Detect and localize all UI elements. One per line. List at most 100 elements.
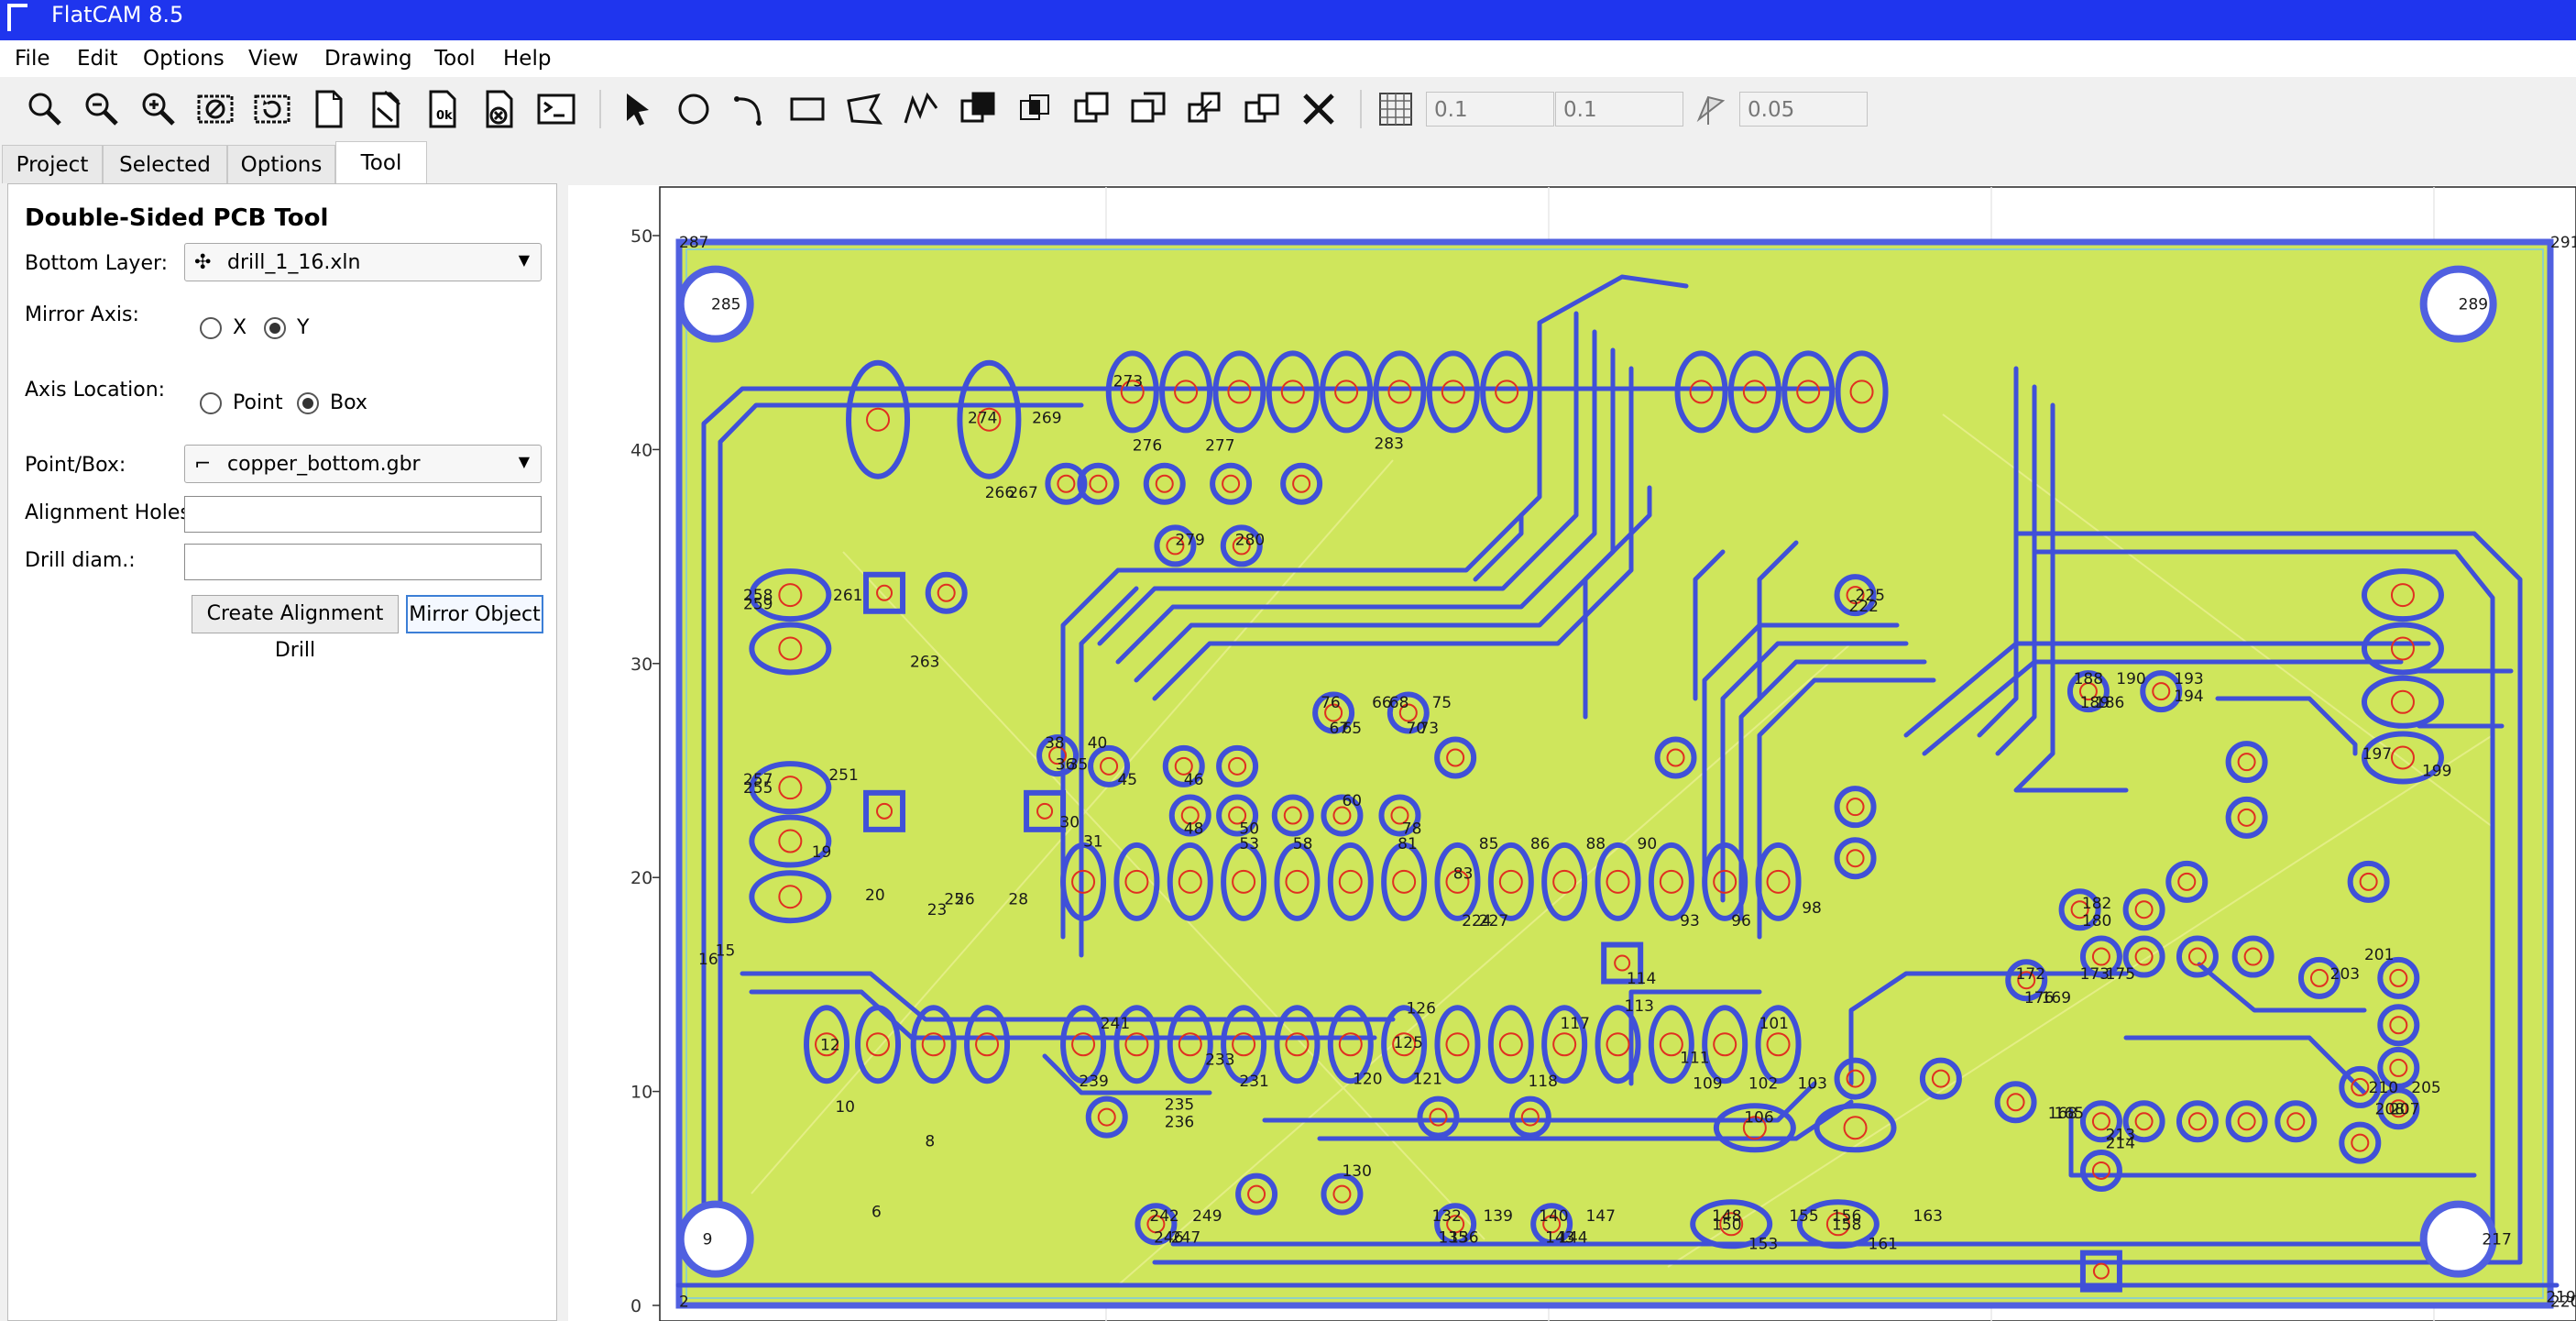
pad-number-label: 186 xyxy=(2095,694,2124,712)
move-icon[interactable] xyxy=(1241,88,1283,130)
intersection-icon[interactable] xyxy=(1014,88,1056,130)
pad-number-label: 203 xyxy=(2330,965,2360,984)
clear-plot-icon[interactable] xyxy=(194,88,236,130)
point-box-combo[interactable]: ⌐ copper_bottom.gbr ▼ xyxy=(184,445,542,483)
create-alignment-drill-button[interactable]: Create Alignment Drill xyxy=(192,595,399,662)
bottom-layer-combo[interactable]: ✣ drill_1_16.xln ▼ xyxy=(184,243,542,281)
select-arrow-icon[interactable] xyxy=(616,88,658,130)
point-box-label: Point/Box: xyxy=(25,454,126,477)
pad-number-label: 73 xyxy=(1419,720,1439,738)
menu-tool[interactable]: Tool xyxy=(434,45,476,72)
cutpath-icon[interactable] xyxy=(1127,88,1169,130)
snap-distance-input[interactable]: 0.05 xyxy=(1739,92,1868,127)
pad-number-label: 118 xyxy=(1528,1073,1557,1091)
circle-icon[interactable] xyxy=(673,88,715,130)
notebook-tabs: Project Selected Options Tool xyxy=(0,141,568,183)
alignment-holes-input[interactable] xyxy=(184,496,542,533)
grid-icon[interactable] xyxy=(1375,88,1417,130)
plot-canvas[interactable]: 50 40 30 20 10 0 287 291 285 289 273 274… xyxy=(568,185,2576,1321)
open-ok-icon[interactable]: 0k xyxy=(422,88,464,130)
pad-number-label: 106 xyxy=(1744,1109,1773,1128)
menu-drawing[interactable]: Drawing xyxy=(324,45,412,72)
mirror-object-button[interactable]: Mirror Object xyxy=(406,595,543,633)
mounting-hole xyxy=(676,1200,754,1278)
axis-box-radio[interactable] xyxy=(297,392,319,414)
axis-point-radio[interactable] xyxy=(200,392,222,414)
menu-options[interactable]: Options xyxy=(143,45,225,72)
pcb-plot[interactable]: 50403020100 287 291285 289273274 269276 … xyxy=(568,185,2576,1321)
grid-x-input[interactable]: 0.1 xyxy=(1426,92,1554,127)
axis-location-label: Axis Location: xyxy=(25,379,166,402)
drill-file-icon: ✣ xyxy=(194,251,212,274)
menu-bar: File Edit Options View Drawing Tool Help xyxy=(0,40,2576,77)
pad-number-label: 217 xyxy=(2482,1231,2511,1249)
pad-number-label: 155 xyxy=(1789,1207,1818,1226)
drill-diam-input[interactable] xyxy=(184,544,542,580)
shell-icon[interactable] xyxy=(535,88,577,130)
grid-y-input[interactable]: 0.1 xyxy=(1555,92,1683,127)
tab-selected[interactable]: Selected xyxy=(103,145,227,183)
panel-title: Double-Sided PCB Tool xyxy=(25,204,329,232)
delete-object-icon[interactable] xyxy=(478,88,521,130)
flatcam-logo-icon xyxy=(7,4,27,31)
pad-number-label: 90 xyxy=(1638,835,1658,853)
y-tick-label: 0 xyxy=(630,1296,641,1316)
new-geometry-icon[interactable] xyxy=(365,88,407,130)
mirror-x-radio[interactable] xyxy=(200,317,222,339)
pad-number-label: 10 xyxy=(835,1098,855,1117)
pad-number-label: 222 xyxy=(1849,598,1879,616)
chevron-down-icon: ▼ xyxy=(518,453,530,470)
tab-tool[interactable]: Tool xyxy=(335,141,427,183)
pad-number-label: 287 xyxy=(679,234,708,252)
pad-number-label: 9 xyxy=(703,1231,713,1249)
pad-number-label: 214 xyxy=(2106,1135,2135,1153)
menu-view[interactable]: View xyxy=(248,45,299,72)
tab-options[interactable]: Options xyxy=(227,145,335,183)
pad-number-label: 194 xyxy=(2174,688,2203,706)
pad-number-label: 81 xyxy=(1398,835,1418,853)
pad-number-label: 101 xyxy=(1759,1015,1789,1033)
pad-number-label: 125 xyxy=(1393,1034,1422,1052)
pad-number-label: 96 xyxy=(1731,912,1751,930)
toolbar-separator xyxy=(599,90,601,128)
zoom-out-icon[interactable] xyxy=(81,88,123,130)
zoom-fit-icon[interactable] xyxy=(24,88,66,130)
pad-number-label: 165 xyxy=(2055,1105,2084,1123)
point-box-value: copper_bottom.gbr xyxy=(227,453,421,476)
pad-number-label: 144 xyxy=(1558,1228,1587,1247)
pad-number-label: 12 xyxy=(820,1036,840,1054)
pad-number-label: 75 xyxy=(1431,694,1452,712)
pad-number-label: 53 xyxy=(1239,835,1259,853)
snap-corner-icon[interactable] xyxy=(1690,88,1732,130)
axis-box-label: Box xyxy=(330,391,367,414)
pad-number-label: 83 xyxy=(1453,865,1474,884)
polygon-icon[interactable] xyxy=(843,88,885,130)
delete-shape-icon[interactable] xyxy=(1298,88,1340,130)
rectangle-icon[interactable] xyxy=(786,88,828,130)
pad-number-label: 210 xyxy=(2369,1079,2398,1097)
pad-number-label: 20 xyxy=(865,886,885,905)
drill-diam-label: Drill diam.: xyxy=(25,549,136,572)
pad-number-label: 45 xyxy=(1117,771,1137,789)
arc-icon[interactable] xyxy=(729,88,772,130)
menu-file[interactable]: File xyxy=(15,45,50,72)
path-icon[interactable] xyxy=(900,88,942,130)
tab-project[interactable]: Project xyxy=(2,145,103,183)
new-project-icon[interactable] xyxy=(308,88,350,130)
pad-number-label: 114 xyxy=(1627,970,1656,988)
window-title: FlatCAM 8.5 xyxy=(51,2,184,28)
replot-icon[interactable] xyxy=(251,88,293,130)
zoom-in-icon[interactable] xyxy=(137,88,180,130)
menu-edit[interactable]: Edit xyxy=(77,45,118,72)
menu-help[interactable]: Help xyxy=(503,45,551,72)
pad-number-label: 193 xyxy=(2174,670,2203,688)
chevron-down-icon: ▼ xyxy=(518,251,530,269)
subtract-icon[interactable] xyxy=(1070,88,1113,130)
union-icon[interactable] xyxy=(957,88,999,130)
mirror-axis-label: Mirror Axis: xyxy=(25,303,139,326)
copy-icon[interactable] xyxy=(1184,88,1226,130)
pad-number-label: 31 xyxy=(1083,833,1103,852)
svg-text:0k: 0k xyxy=(436,109,453,123)
pad-number-label: 103 xyxy=(1798,1074,1827,1093)
mirror-y-radio[interactable] xyxy=(264,317,286,339)
